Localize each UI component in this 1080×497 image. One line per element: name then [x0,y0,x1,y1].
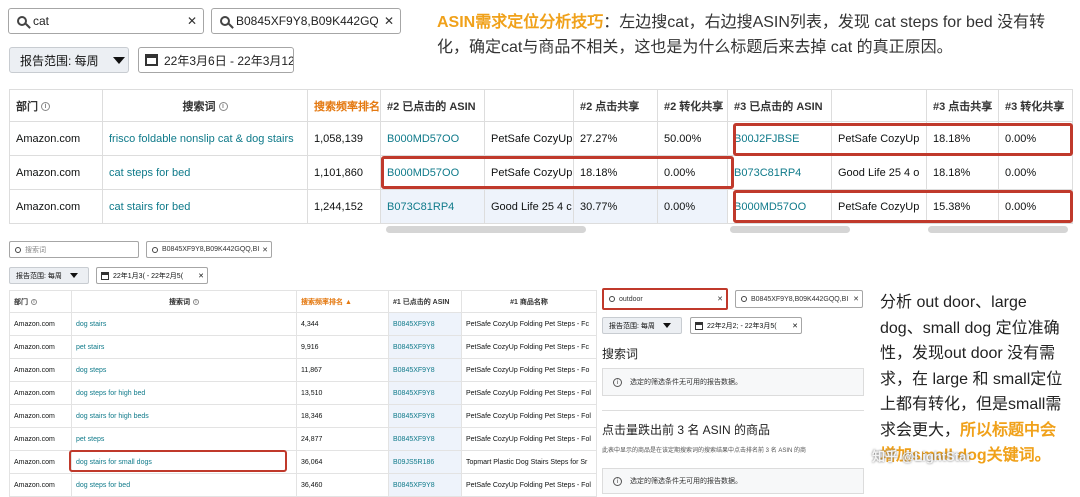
table-row: Amazon.com dog steps 11,867 B0845XF9Y8 PetSa… [9,358,597,382]
search-icon [15,246,21,253]
report-range-select[interactable]: 报告范围: 每周 [9,267,89,284]
clear-icon[interactable]: ✕ [195,272,207,280]
asin-input[interactable]: B0845XF9Y8,B09K442GQQ,BI ✕ [146,241,272,258]
report-range-select[interactable]: 报告范围: 每周 [9,47,129,73]
calendar-icon [145,54,158,66]
date-range-picker[interactable]: 22年1月3( - 22年2月5( ✕ [96,267,208,284]
chevron-down-icon [662,323,671,328]
col-header-asin1[interactable]: #1 已点击的 ASIN [388,290,462,313]
horizontal-scrollbar[interactable] [928,226,1068,233]
table-row: Amazon.com dog stairs for small dogs 36,06… [9,450,597,474]
col-header-conv3[interactable]: #3 转化共享 [998,89,1073,122]
tip-annotation: ASIN需求定位分析技巧：左边搜cat，右边搜ASIN列表，发现 cat ste… [437,14,1046,56]
report-range-select[interactable]: 报告范围: 每周 [602,317,682,334]
col-header-term[interactable]: 搜索词 i [71,290,297,313]
date-range-picker[interactable]: 22年3月6日 - 22年3月12 [138,47,294,73]
search-icon [220,16,230,26]
col-header-term[interactable]: 搜索词 i [102,89,308,122]
col-header-conv2[interactable]: #2 转化共享 [657,89,728,122]
divider [602,410,864,411]
side-annotation: 分析 out door、large dog、small dog 定位准确性，发现… [880,294,1063,464]
table-row: Amazon.com frisco foldable nonslip cat &… [9,121,1073,156]
clear-icon[interactable]: ✕ [181,14,203,28]
no-data-notice: i 选定的筛选条件无可用的报告数据。 [602,468,864,494]
asin-link[interactable]: B073C81RP4 [727,155,832,190]
col-header-dept[interactable]: 部门 i [9,89,103,122]
clear-icon[interactable]: ✕ [714,295,726,303]
section-title-search-term: 搜索词 [602,347,639,361]
asin-link[interactable]: B000MD57OO [380,155,485,190]
table-row: Amazon.com pet stairs 9,916 B0845XF9Y8 PetSa… [9,335,597,359]
table-row: Amazon.com pet steps 24,877 B0845XF9Y8 PetSa… [9,427,597,451]
search-icon [152,246,158,253]
table-row: Amazon.com cat stairs for bed 1,244,152 … [9,189,1073,224]
asin-input[interactable]: B0845XF9Y8,B09K442GQQ,BI ✕ [735,290,863,308]
search-term-link[interactable]: cat stairs for bed [102,189,308,224]
col-header-click2[interactable]: #2 点击共享 [573,89,658,122]
search-term-link[interactable]: frisco foldable nonslip cat & dog stairs [102,121,308,156]
search-icon [17,16,27,26]
info-icon: i [41,102,50,112]
info-icon: i [31,298,37,305]
col-header-dept[interactable]: 部门 i [9,290,72,313]
calendar-icon [101,271,109,280]
col-header-click3[interactable]: #3 点击共享 [926,89,999,122]
table-row: Amazon.com dog stairs for high beds 18,346… [9,404,597,428]
asin-link[interactable]: B00J2FJBSE [727,121,832,156]
col-header-asin2[interactable]: #2 已点击的 ASIN [380,89,485,122]
no-data-notice: i 选定的筛选条件无可用的报告数据。 [602,368,864,396]
table-row: Amazon.com dog steps for bed 36,460 B0845XF… [9,473,597,497]
sort-icon: ▲ [344,298,352,306]
calendar-icon [695,321,703,330]
asin-link[interactable]: B000MD57OO [380,121,485,156]
search-input[interactable]: outdoor ✕ [602,288,728,310]
section-description: 此表中显示的商品是在该定期搜索词的搜索结果中点击排名前 3 名 ASIN 的商 [602,448,807,454]
clear-icon[interactable]: ✕ [789,322,801,330]
info-icon: i [613,476,622,486]
col-header-name3 [831,89,927,122]
table-row: Amazon.com dog stairs 4,344 B0845XF9Y8 PetSa… [9,312,597,336]
section-title-asin-products: 点击量跌出前 3 名 ASIN 的商品 [602,423,771,437]
asin-link[interactable]: B000MD57OO [727,189,832,224]
chevron-down-icon [69,273,78,278]
clear-icon[interactable]: ✕ [850,295,862,303]
search-icon [609,296,615,302]
horizontal-scrollbar[interactable] [730,226,850,233]
horizontal-scrollbar[interactable] [386,226,586,233]
search-term-table-small: 部门 i 搜索词 i 搜索频率排名 ▲ #1 已点击的 ASIN #1 商品名称 A… [9,290,597,497]
clear-icon[interactable]: ✕ [378,14,400,28]
search-term-table: 部门 i 搜索词 i 搜索频率排名 #2 已点击的 ASIN #2 点击共享 #2 … [9,89,1073,224]
col-header-asin3[interactable]: #3 已点击的 ASIN [727,89,832,122]
table-row: Amazon.com cat steps for bed 1,101,860 B… [9,155,1073,190]
col-header-name2 [484,89,574,122]
clear-icon[interactable]: ✕ [259,246,271,254]
watermark: 知乎 @LightStar [872,449,972,464]
search-term-link[interactable]: cat steps for bed [102,155,308,190]
info-icon: i [613,377,622,387]
info-icon: i [193,298,199,305]
info-icon: i [218,102,228,112]
table-row: Amazon.com dog steps for high bed 13,510 B0… [9,381,597,405]
date-range-picker[interactable]: 22年2月2; - 22年3月5( ✕ [690,317,802,334]
col-header-rank[interactable]: 搜索频率排名 [307,89,381,122]
search-input[interactable]: cat ✕ [8,8,204,34]
asin-link[interactable]: B073C81RP4 [380,189,485,224]
search-icon [741,296,747,302]
col-header-rank[interactable]: 搜索频率排名 ▲ [296,290,389,313]
col-header-name1[interactable]: #1 商品名称 [461,290,597,313]
search-input[interactable]: 搜索词 [9,241,139,258]
asin-input[interactable]: B0845XF9Y8,B09K442GQQ,BI ✕ [211,8,401,34]
chevron-down-icon [112,56,125,64]
